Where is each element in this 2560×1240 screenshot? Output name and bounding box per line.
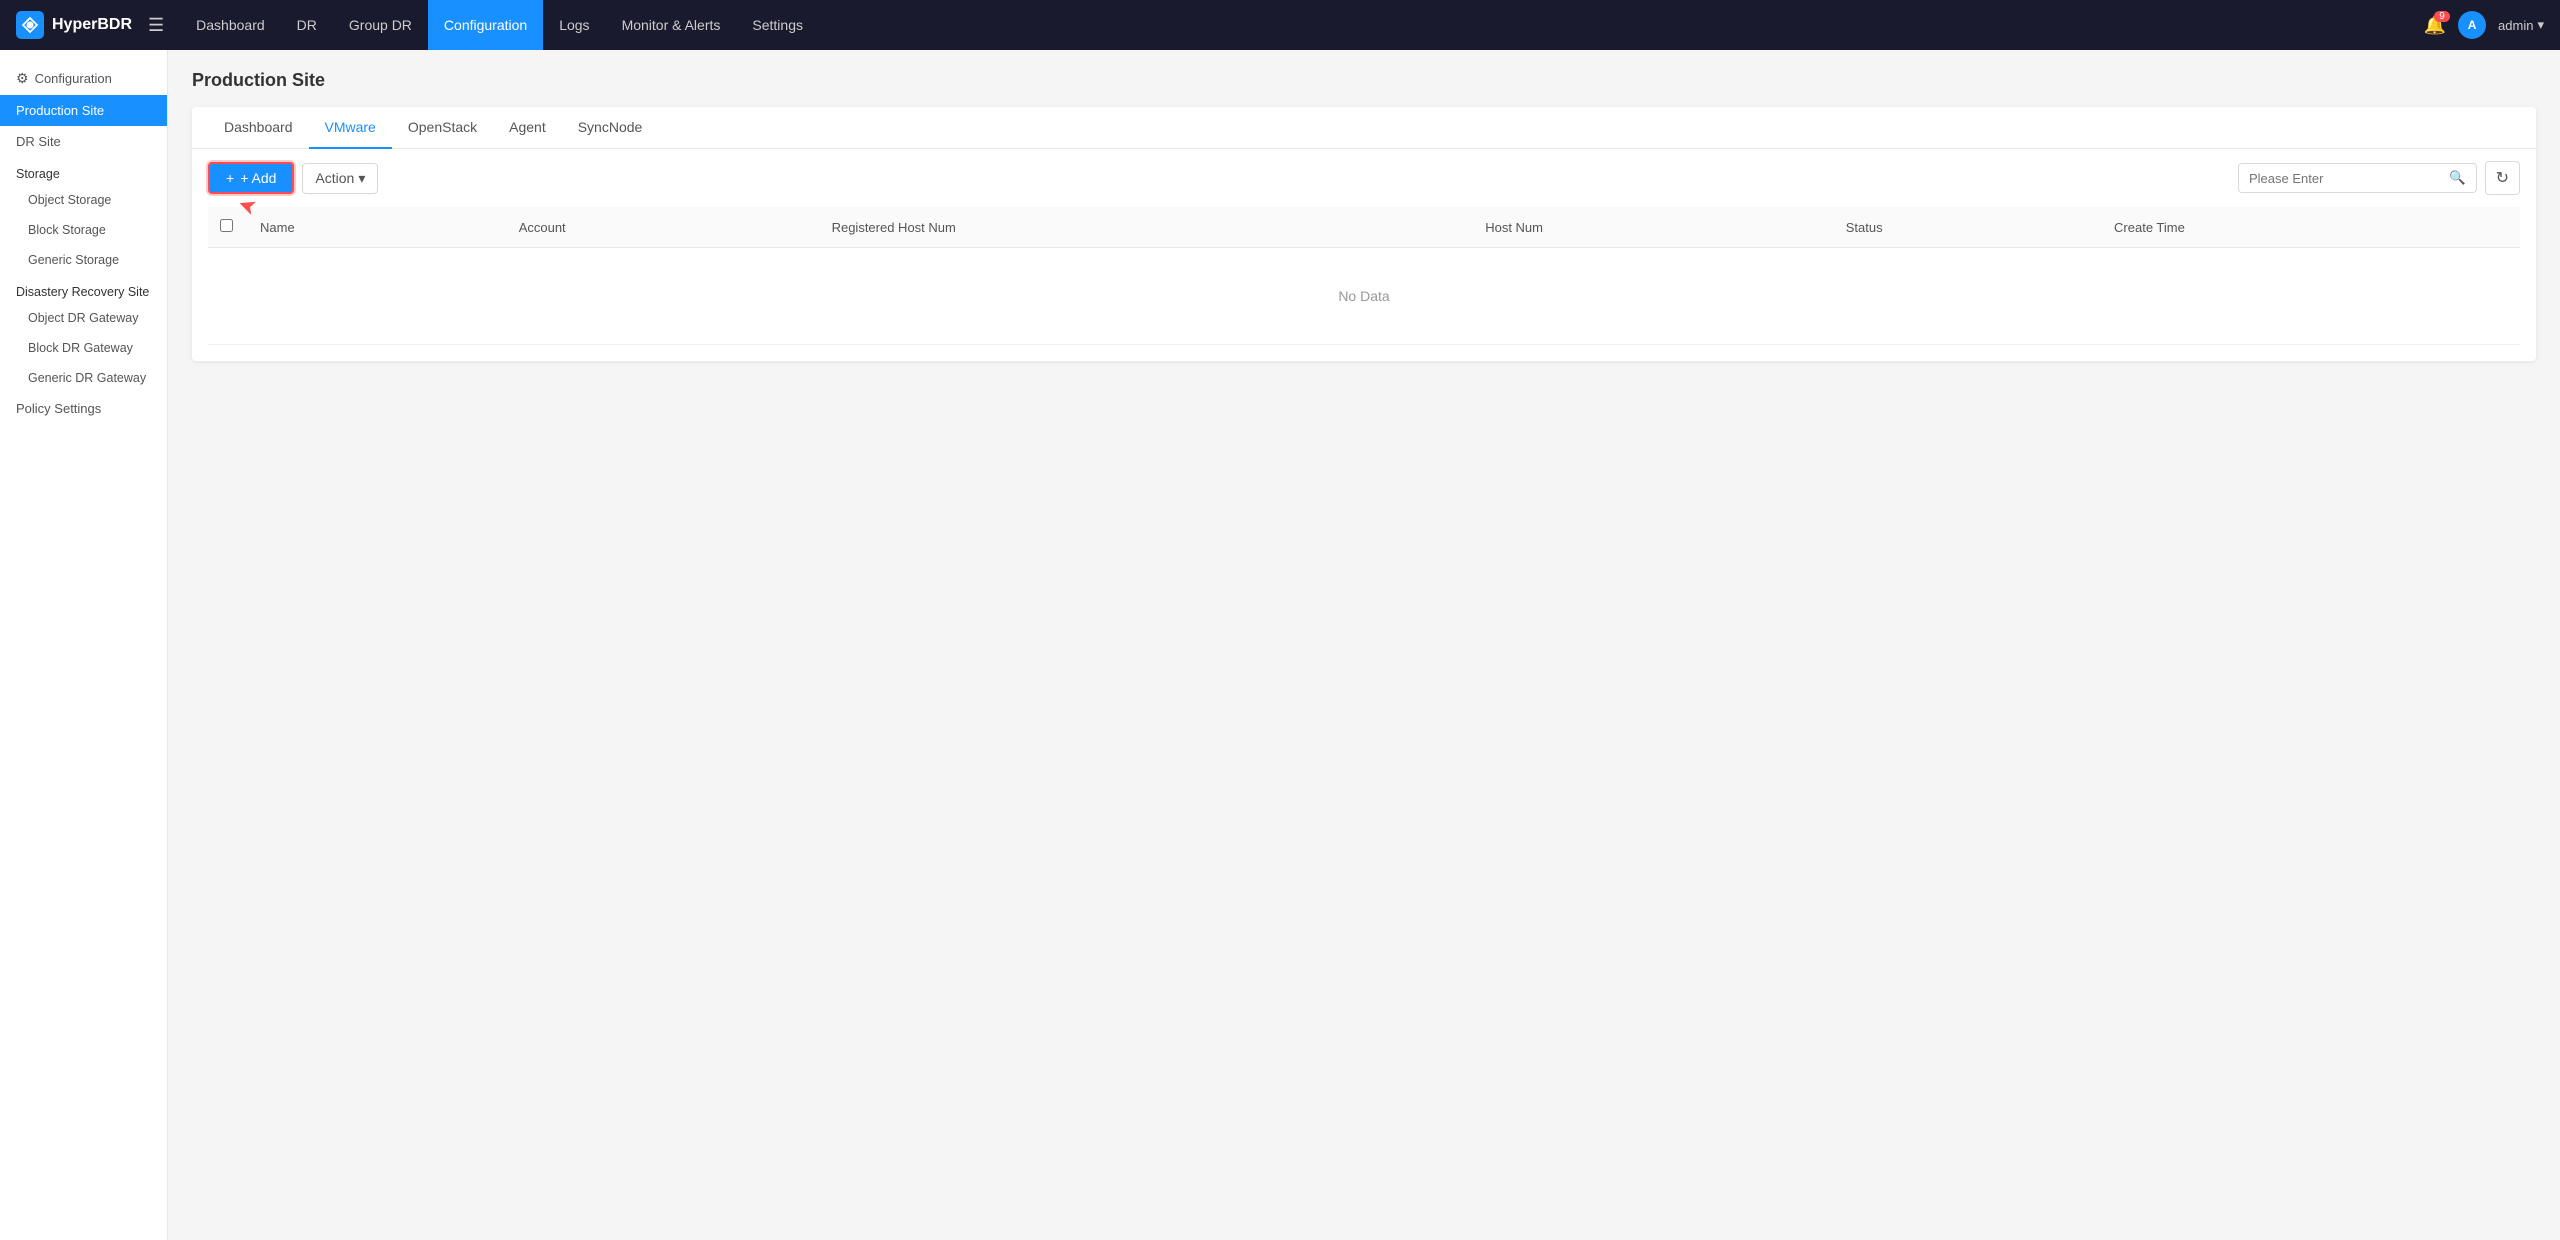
table-header-host-num: Host Num (1473, 207, 1834, 248)
add-button[interactable]: + + Add (208, 162, 294, 194)
topnav-right: 🔔 9 A admin ▾ (2424, 11, 2544, 39)
main-content: Production Site Dashboard VMware OpenSta… (168, 50, 2560, 1240)
search-input[interactable] (2239, 165, 2439, 192)
sidebar-group-dr-site: Disastery Recovery Site (0, 275, 167, 303)
sidebar-item-generic-dr-gateway[interactable]: Generic DR Gateway (0, 363, 167, 393)
sidebar-item-label: Object DR Gateway (28, 311, 138, 325)
toolbar: ➤ + + Add Action ▾ 🔍 ↻ (192, 149, 2536, 207)
table-header-create-time: Create Time (2102, 207, 2520, 248)
table-header-name: Name (248, 207, 507, 248)
topnav: HyperBDR ☰ Dashboard DR Group DR Configu… (0, 0, 2560, 50)
nav-group-dr[interactable]: Group DR (333, 0, 428, 50)
sidebar-item-policy-settings[interactable]: Policy Settings (0, 393, 167, 424)
user-avatar[interactable]: A (2458, 11, 2486, 39)
action-button[interactable]: Action ▾ (302, 163, 378, 194)
nav-logs[interactable]: Logs (543, 0, 605, 50)
notification-badge: 9 (2434, 11, 2450, 22)
toolbar-right: 🔍 ↻ (2238, 161, 2520, 195)
tabs: Dashboard VMware OpenStack Agent SyncNod… (192, 107, 2536, 149)
search-input-wrap: 🔍 (2238, 163, 2477, 193)
gear-icon: ⚙ (16, 70, 29, 87)
sidebar-item-label: Production Site (16, 103, 104, 118)
user-menu[interactable]: admin ▾ (2498, 17, 2544, 33)
select-all-checkbox[interactable] (220, 219, 233, 232)
sidebar-item-label: Block Storage (28, 223, 106, 237)
sidebar-item-production-site[interactable]: Production Site (0, 95, 167, 126)
table-empty-row: No Data (208, 248, 2520, 345)
nav-configuration[interactable]: Configuration (428, 0, 543, 50)
data-table: Name Account Registered Host Num Host Nu… (208, 207, 2520, 345)
table-header-registered-host-num: Registered Host Num (820, 207, 1474, 248)
logo-icon (16, 11, 44, 39)
user-label: admin (2498, 18, 2533, 33)
table-header-checkbox (208, 207, 248, 248)
add-label: + Add (238, 170, 276, 186)
topnav-links: Dashboard DR Group DR Configuration Logs… (180, 0, 2415, 50)
refresh-button[interactable]: ↻ (2485, 161, 2520, 195)
table-header-status: Status (1834, 207, 2102, 248)
sidebar-item-label: Policy Settings (16, 401, 101, 416)
add-icon: + (226, 170, 234, 186)
table-header-account: Account (507, 207, 820, 248)
sidebar-item-block-dr-gateway[interactable]: Block DR Gateway (0, 333, 167, 363)
table-body: No Data (208, 248, 2520, 345)
sidebar-item-label: Block DR Gateway (28, 341, 133, 355)
layout: ⚙ Configuration Production Site DR Site … (0, 50, 2560, 1240)
table-wrap: Name Account Registered Host Num Host Nu… (192, 207, 2536, 361)
logo-text: HyperBDR (52, 16, 132, 34)
sidebar-item-object-dr-gateway[interactable]: Object DR Gateway (0, 303, 167, 333)
no-data-label: No Data (208, 248, 2520, 345)
sidebar-section-label: Configuration (35, 71, 112, 86)
sidebar: ⚙ Configuration Production Site DR Site … (0, 50, 168, 1240)
sidebar-item-label: Generic Storage (28, 253, 119, 267)
action-dropdown-icon: ▾ (358, 170, 365, 187)
tab-vmware[interactable]: VMware (309, 107, 392, 149)
nav-dr[interactable]: DR (281, 0, 333, 50)
sidebar-item-label: Object Storage (28, 193, 111, 207)
nav-settings[interactable]: Settings (736, 0, 819, 50)
sidebar-item-generic-storage[interactable]: Generic Storage (0, 245, 167, 275)
sidebar-item-object-storage[interactable]: Object Storage (0, 185, 167, 215)
page-title: Production Site (192, 70, 2536, 91)
logo[interactable]: HyperBDR (16, 11, 132, 39)
tab-agent[interactable]: Agent (493, 107, 562, 149)
main-card: Dashboard VMware OpenStack Agent SyncNod… (192, 107, 2536, 361)
user-dropdown-icon: ▾ (2537, 17, 2544, 33)
sidebar-item-dr-site[interactable]: DR Site (0, 126, 167, 157)
action-label: Action (315, 170, 354, 186)
nav-monitor-alerts[interactable]: Monitor & Alerts (606, 0, 737, 50)
sidebar-group-storage: Storage (0, 157, 167, 185)
sidebar-item-label: Generic DR Gateway (28, 371, 146, 385)
sidebar-config-section: ⚙ Configuration (0, 62, 167, 95)
sidebar-item-block-storage[interactable]: Block Storage (0, 215, 167, 245)
tab-dashboard[interactable]: Dashboard (208, 107, 309, 149)
search-icon-button[interactable]: 🔍 (2439, 164, 2476, 192)
notification-bell[interactable]: 🔔 9 (2424, 15, 2446, 36)
tab-openstack[interactable]: OpenStack (392, 107, 493, 149)
page-header: Production Site (192, 70, 2536, 91)
tab-syncnode[interactable]: SyncNode (562, 107, 659, 149)
sidebar-item-label: DR Site (16, 134, 61, 149)
table-header-row: Name Account Registered Host Num Host Nu… (208, 207, 2520, 248)
nav-dashboard[interactable]: Dashboard (180, 0, 281, 50)
menu-icon[interactable]: ☰ (148, 15, 164, 36)
